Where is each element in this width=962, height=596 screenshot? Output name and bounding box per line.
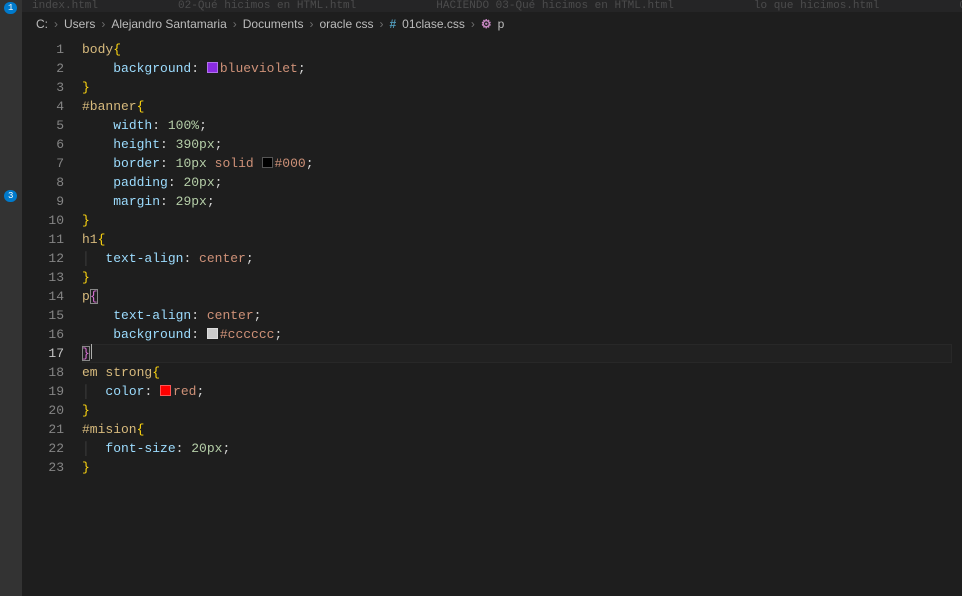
line-number: 16: [22, 325, 64, 344]
line-number: 22: [22, 439, 64, 458]
breadcrumb[interactable]: C: › Users › Alejandro Santamaria › Docu…: [22, 12, 962, 36]
code-line[interactable]: background: blueviolet;: [82, 59, 952, 78]
chevron-right-icon: ›: [99, 17, 107, 31]
editor-tabs[interactable]: index.html 02-Qué hicimos en HTML.html H…: [22, 0, 962, 12]
color-swatch-icon[interactable]: [160, 385, 171, 396]
line-number: 4: [22, 97, 64, 116]
minimap[interactable]: [952, 36, 962, 596]
code-line[interactable]: text-align: center;: [82, 306, 952, 325]
code-line[interactable]: body{: [82, 40, 952, 59]
tab-2[interactable]: 02-Qué hicimos en HTML.html: [178, 0, 356, 12]
code-line[interactable]: #banner{: [82, 97, 952, 116]
code-line[interactable]: }: [82, 401, 952, 420]
symbol-css-icon: ⚙: [481, 17, 492, 31]
breadcrumb-seg-folder[interactable]: oracle css: [319, 17, 373, 31]
breadcrumb-seg-user[interactable]: Alejandro Santamaria: [111, 17, 226, 31]
code-line-active[interactable]: }: [82, 344, 952, 363]
breadcrumb-seg-documents[interactable]: Documents: [243, 17, 304, 31]
main-column: index.html 02-Qué hicimos en HTML.html H…: [22, 0, 962, 596]
line-number: 3: [22, 78, 64, 97]
line-number: 21: [22, 420, 64, 439]
line-number: 2: [22, 59, 64, 78]
color-swatch-icon[interactable]: [207, 62, 218, 73]
line-number: 19: [22, 382, 64, 401]
code-line[interactable]: #mision{: [82, 420, 952, 439]
line-number: 14: [22, 287, 64, 306]
line-number: 17: [22, 344, 64, 363]
code-line[interactable]: width: 100%;: [82, 116, 952, 135]
line-number: 10: [22, 211, 64, 230]
line-number: 12: [22, 249, 64, 268]
app-root: 1 3 index.html 02-Qué hicimos en HTML.ht…: [0, 0, 962, 596]
line-number-gutter: 1234567891011121314151617181920212223: [22, 36, 82, 596]
line-number: 13: [22, 268, 64, 287]
chevron-right-icon: ›: [231, 17, 239, 31]
activity-badge-1[interactable]: 1: [4, 2, 17, 14]
line-number: 20: [22, 401, 64, 420]
code-line[interactable]: em strong{: [82, 363, 952, 382]
line-number: 1: [22, 40, 64, 59]
code-line[interactable]: }: [82, 458, 952, 477]
css-file-icon: #: [389, 17, 396, 31]
line-number: 5: [22, 116, 64, 135]
color-swatch-icon[interactable]: [207, 328, 218, 339]
code-line[interactable]: │ font-size: 20px;: [82, 439, 952, 458]
activity-bar: 1 3: [0, 0, 22, 596]
line-number: 11: [22, 230, 64, 249]
code-line[interactable]: border: 10px solid #000;: [82, 154, 952, 173]
chevron-right-icon: ›: [52, 17, 60, 31]
breadcrumb-seg-drive[interactable]: C:: [36, 17, 48, 31]
code-line[interactable]: }: [82, 211, 952, 230]
line-number: 23: [22, 458, 64, 477]
line-number: 8: [22, 173, 64, 192]
code-line[interactable]: p{: [82, 287, 952, 306]
color-swatch-icon[interactable]: [262, 157, 273, 168]
code-line[interactable]: │ text-align: center;: [82, 249, 952, 268]
chevron-right-icon: ›: [469, 17, 477, 31]
breadcrumb-file[interactable]: 01clase.css: [402, 17, 465, 31]
code-content[interactable]: body{ background: blueviolet; } #banner{…: [82, 36, 952, 596]
line-number: 9: [22, 192, 64, 211]
code-line[interactable]: margin: 29px;: [82, 192, 952, 211]
tab-1[interactable]: index.html: [32, 0, 98, 12]
code-line[interactable]: background: #cccccc;: [82, 325, 952, 344]
activity-badge-2[interactable]: 3: [4, 190, 17, 202]
code-line[interactable]: padding: 20px;: [82, 173, 952, 192]
tab-4[interactable]: lo que hicimos.html: [754, 0, 879, 12]
code-line[interactable]: │ color: red;: [82, 382, 952, 401]
line-number: 18: [22, 363, 64, 382]
tab-3[interactable]: HACIENDO 03-Qué hicimos en HTML.html: [436, 0, 674, 12]
code-line[interactable]: h1{: [82, 230, 952, 249]
editor-area[interactable]: 1234567891011121314151617181920212223 bo…: [22, 36, 962, 596]
breadcrumb-seg-users[interactable]: Users: [64, 17, 95, 31]
code-line[interactable]: }: [82, 78, 952, 97]
chevron-right-icon: ›: [307, 17, 315, 31]
code-line[interactable]: }: [82, 268, 952, 287]
line-number: 6: [22, 135, 64, 154]
code-line[interactable]: height: 390px;: [82, 135, 952, 154]
line-number: 7: [22, 154, 64, 173]
text-cursor: [91, 344, 92, 359]
line-number: 15: [22, 306, 64, 325]
breadcrumb-symbol[interactable]: p: [498, 17, 505, 31]
chevron-right-icon: ›: [377, 17, 385, 31]
